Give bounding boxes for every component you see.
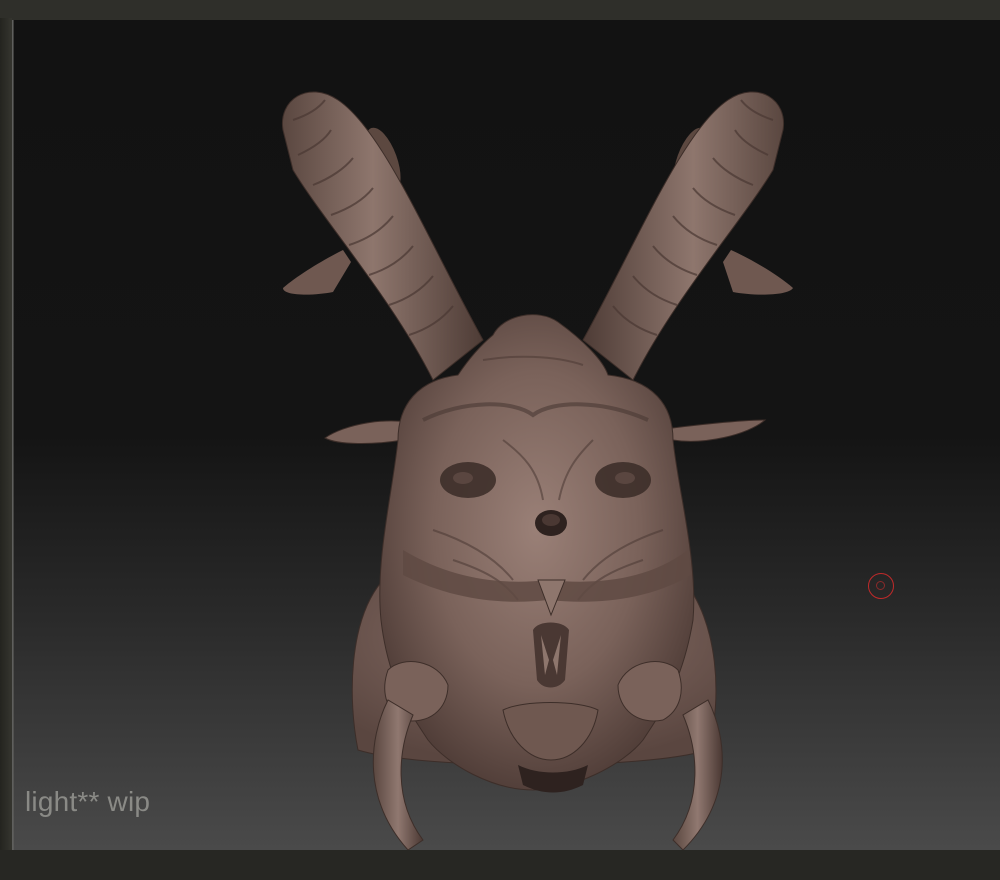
canvas-caption: light** wip <box>25 786 151 817</box>
right-horn <box>582 91 785 381</box>
app-frame: light** wip <box>0 0 1000 880</box>
top-bar <box>0 0 1000 20</box>
sculpt-mesh[interactable] <box>253 60 813 850</box>
brush-cursor-center <box>876 581 885 590</box>
canvas-viewport[interactable] <box>12 20 1000 850</box>
bottom-bar <box>0 850 1000 880</box>
viewport-edge <box>12 20 14 850</box>
brush-cursor-icon <box>868 573 894 599</box>
left-shelf <box>0 18 12 854</box>
